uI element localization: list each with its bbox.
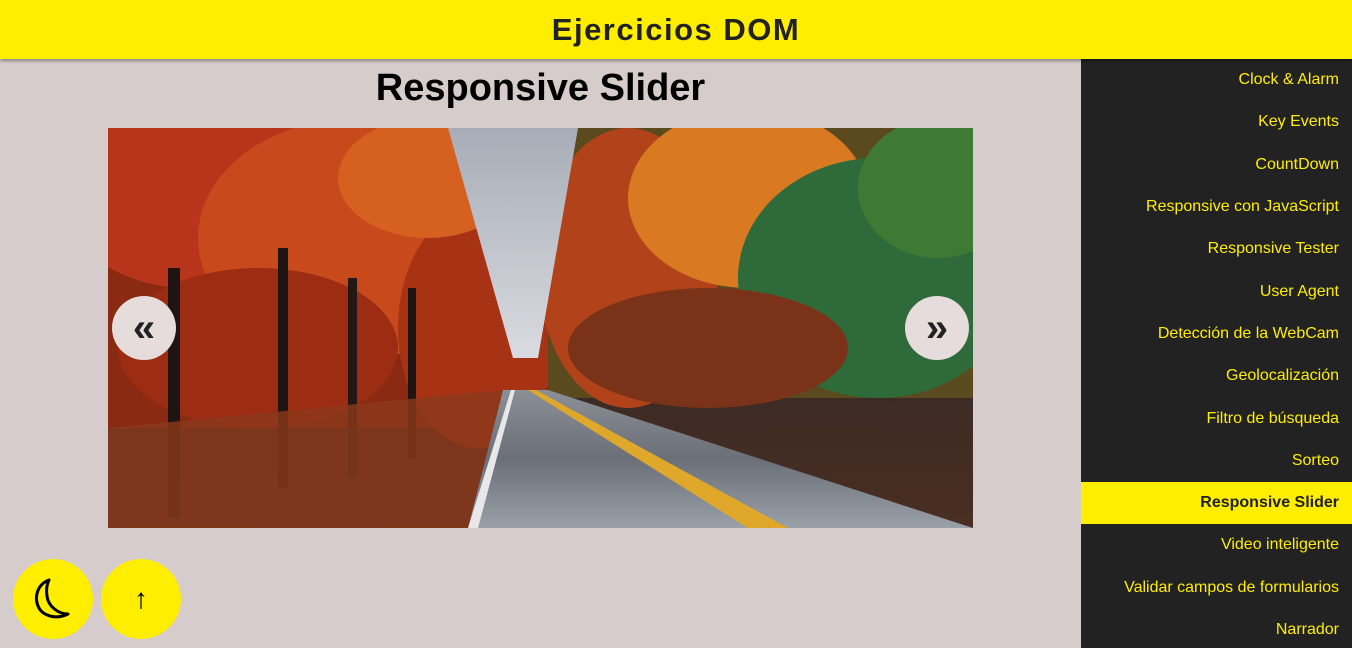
- menu-item-countdown[interactable]: CountDown: [1081, 144, 1352, 186]
- sidebar-menu: Clock & Alarm Key Events CountDown Responsi…: [1081, 59, 1352, 648]
- dark-mode-button[interactable]: [13, 559, 93, 639]
- menu-item-validar-campos-de-formularios[interactable]: Validar campos de formularios: [1081, 567, 1352, 609]
- menu-item-key-events[interactable]: Key Events: [1081, 101, 1352, 143]
- next-slide-button[interactable]: »: [905, 296, 969, 360]
- slide-image: [108, 128, 973, 528]
- menu-item-responsive-slider[interactable]: Responsive Slider: [1081, 481, 1352, 525]
- menu-item-responsive-con-javascript[interactable]: Responsive con JavaScript: [1081, 186, 1352, 228]
- section-title: Responsive Slider: [375, 67, 706, 109]
- page-header: Ejercicios DOM: [0, 0, 1352, 59]
- menu-item-clock-alarm[interactable]: Clock & Alarm: [1081, 59, 1352, 101]
- slider: « »: [108, 128, 973, 528]
- menu-item-filtro-de-búsqueda[interactable]: Filtro de búsqueda: [1081, 397, 1352, 439]
- menu-item-user-agent[interactable]: User Agent: [1081, 270, 1352, 312]
- app-title: Ejercicios DOM: [551, 11, 801, 47]
- menu-item-sorteo[interactable]: Sorteo: [1081, 440, 1352, 482]
- scroll-top-button[interactable]: ↑: [101, 559, 181, 639]
- menu-item-responsive-tester[interactable]: Responsive Tester: [1081, 228, 1352, 270]
- menu-item-geolocalización[interactable]: Geolocalización: [1081, 355, 1352, 397]
- menu-item-video-inteligente[interactable]: Video inteligente: [1081, 524, 1352, 566]
- moon-icon: [34, 578, 70, 619]
- prev-slide-button[interactable]: «: [112, 296, 176, 360]
- main-content: Responsive Slider « » ↑: [0, 59, 1081, 648]
- menu-item-detección-de-la-webcam[interactable]: Detección de la WebCam: [1081, 313, 1352, 355]
- menu-item-narrador[interactable]: Narrador: [1081, 609, 1352, 648]
